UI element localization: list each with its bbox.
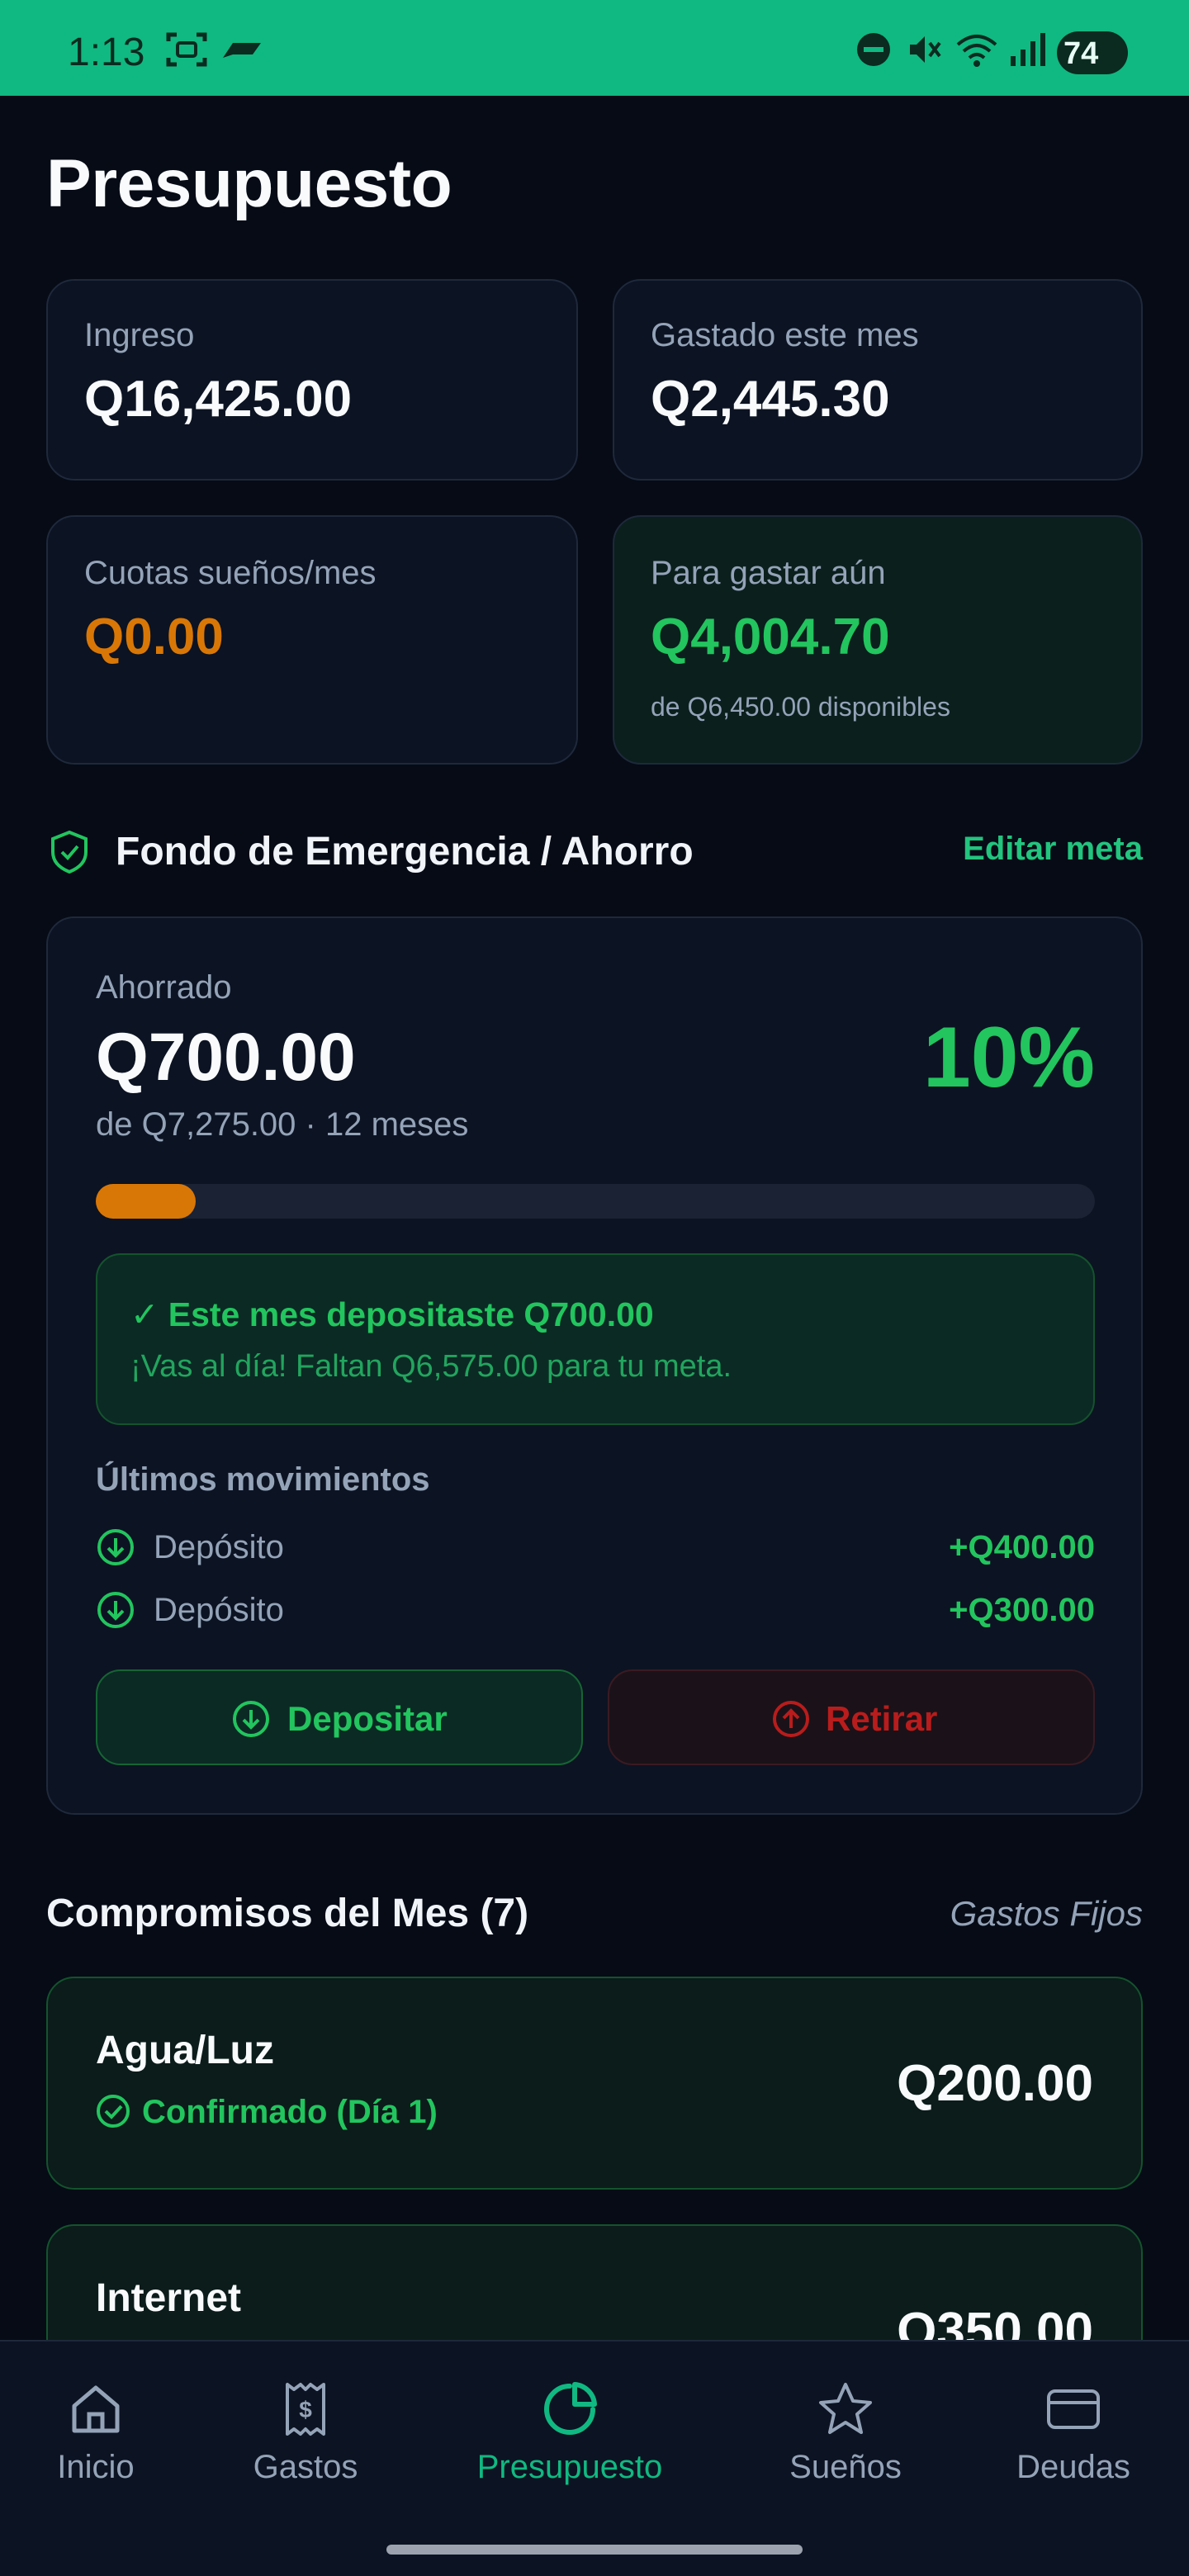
movement-row: Depósito +Q300.00 [96,1587,1095,1633]
shield-check-icon [51,830,88,874]
nav-label: Deudas [1016,2449,1130,2485]
receipt-icon: $ [286,2383,325,2436]
edit-goal-link[interactable]: Editar meta [963,831,1143,868]
available-value: Q4,004.70 [651,608,890,665]
mute-icon [910,36,941,63]
dreams-card: Cuotas sueños/mes Q0.00 [46,515,578,765]
movements-title: Últimos movimientos [96,1461,430,1498]
nav-item-presupuesto[interactable]: Presupuesto [462,2379,677,2486]
withdraw-label: Retirar [826,1699,938,1738]
commitment-amount: Q200.00 [897,2055,1093,2112]
dreams-label: Cuotas sueños/mes [84,555,377,591]
nav-item-gastos[interactable]: $ Gastos [239,2379,372,2486]
cast-icon [223,43,261,58]
screenshot-icon [166,32,207,67]
available-label: Para gastar aún [651,555,886,591]
credit-card-icon [1047,2389,1100,2429]
savings-progress-bar [96,1184,1095,1219]
withdraw-button[interactable]: Retirar [608,1669,1095,1765]
bottom-nav: Inicio $ Gastos Presupuesto Sueños Deuda… [0,2340,1189,2576]
dnd-icon [857,33,890,66]
income-label: Ingreso [84,317,195,353]
page-title: Presupuesto [46,146,452,221]
status-bar: 1:13 74 [0,0,1189,96]
notice-text: ¡Vas al día! Faltan Q6,575.00 para tu me… [130,1349,732,1384]
commitment-card[interactable]: Agua/Luz Confirmado (Día 1) Q200.00 [46,1977,1143,2190]
deposit-label: Depositar [287,1699,448,1738]
movement-row: Depósito +Q400.00 [96,1524,1095,1570]
spent-card: Gastado este mes Q2,445.30 [613,279,1143,481]
nav-label: Inicio [57,2449,135,2485]
check-circle-icon [97,2095,130,2128]
arrow-down-circle-icon [233,1701,269,1737]
status-time: 1:13 [68,31,145,74]
svg-text:$: $ [299,2397,312,2422]
goal-text: de Q7,275.00 · 12 meses [96,1106,469,1143]
movement-label: Depósito [154,1529,284,1565]
income-card: Ingreso Q16,425.00 [46,279,578,481]
movement-amount: +Q400.00 [949,1529,1095,1565]
available-card: Para gastar aún Q4,004.70 de Q6,450.00 d… [613,515,1143,765]
nav-label: Gastos [253,2449,358,2485]
wifi-icon [956,35,997,67]
commitment-name: Internet [96,2276,242,2320]
emergency-title: Fondo de Emergencia / Ahorro [116,830,694,874]
commitments-title: Compromisos del Mes (7) [46,1892,529,1935]
deposit-button[interactable]: Depositar [96,1669,583,1765]
home-indicator[interactable] [386,2545,803,2555]
movement-amount: +Q300.00 [949,1592,1095,1628]
arrow-down-circle-icon [97,1529,134,1565]
saved-value: Q700.00 [96,1020,356,1095]
percent-text: 10% [922,1010,1095,1106]
battery-indicator: 74 [1057,31,1128,74]
home-icon [72,2385,120,2433]
notice-title: ✓ Este mes depositaste Q700.00 [130,1295,654,1333]
available-sub: de Q6,450.00 disponibles [651,692,950,722]
savings-progress-fill [96,1184,196,1219]
nav-item-inicio[interactable]: Inicio [46,2379,145,2486]
arrow-down-circle-icon [97,1592,134,1628]
deposit-notice: ✓ Este mes depositaste Q700.00 ¡Vas al d… [96,1253,1095,1425]
dreams-value: Q0.00 [84,608,224,665]
pie-chart-icon [544,2382,597,2435]
commitments-subtitle: Gastos Fijos [950,1894,1143,1933]
commitment-status: Confirmado (Día 1) [142,2094,438,2130]
nav-label: Sueños [789,2449,902,2485]
battery-level: 74 [1063,36,1099,71]
income-value: Q16,425.00 [84,371,353,428]
star-icon [819,2383,872,2434]
nav-item-suenos[interactable]: Sueños [779,2379,912,2486]
spent-value: Q2,445.30 [651,371,890,428]
saved-label: Ahorrado [96,969,232,1006]
movement-label: Depósito [154,1592,284,1628]
nav-label: Presupuesto [476,2449,663,2485]
signal-icon [1011,33,1045,66]
commitment-name: Agua/Luz [96,2029,274,2072]
spent-label: Gastado este mes [651,317,919,353]
arrow-up-circle-icon [773,1701,809,1737]
nav-item-deudas[interactable]: Deudas [1007,2379,1139,2486]
